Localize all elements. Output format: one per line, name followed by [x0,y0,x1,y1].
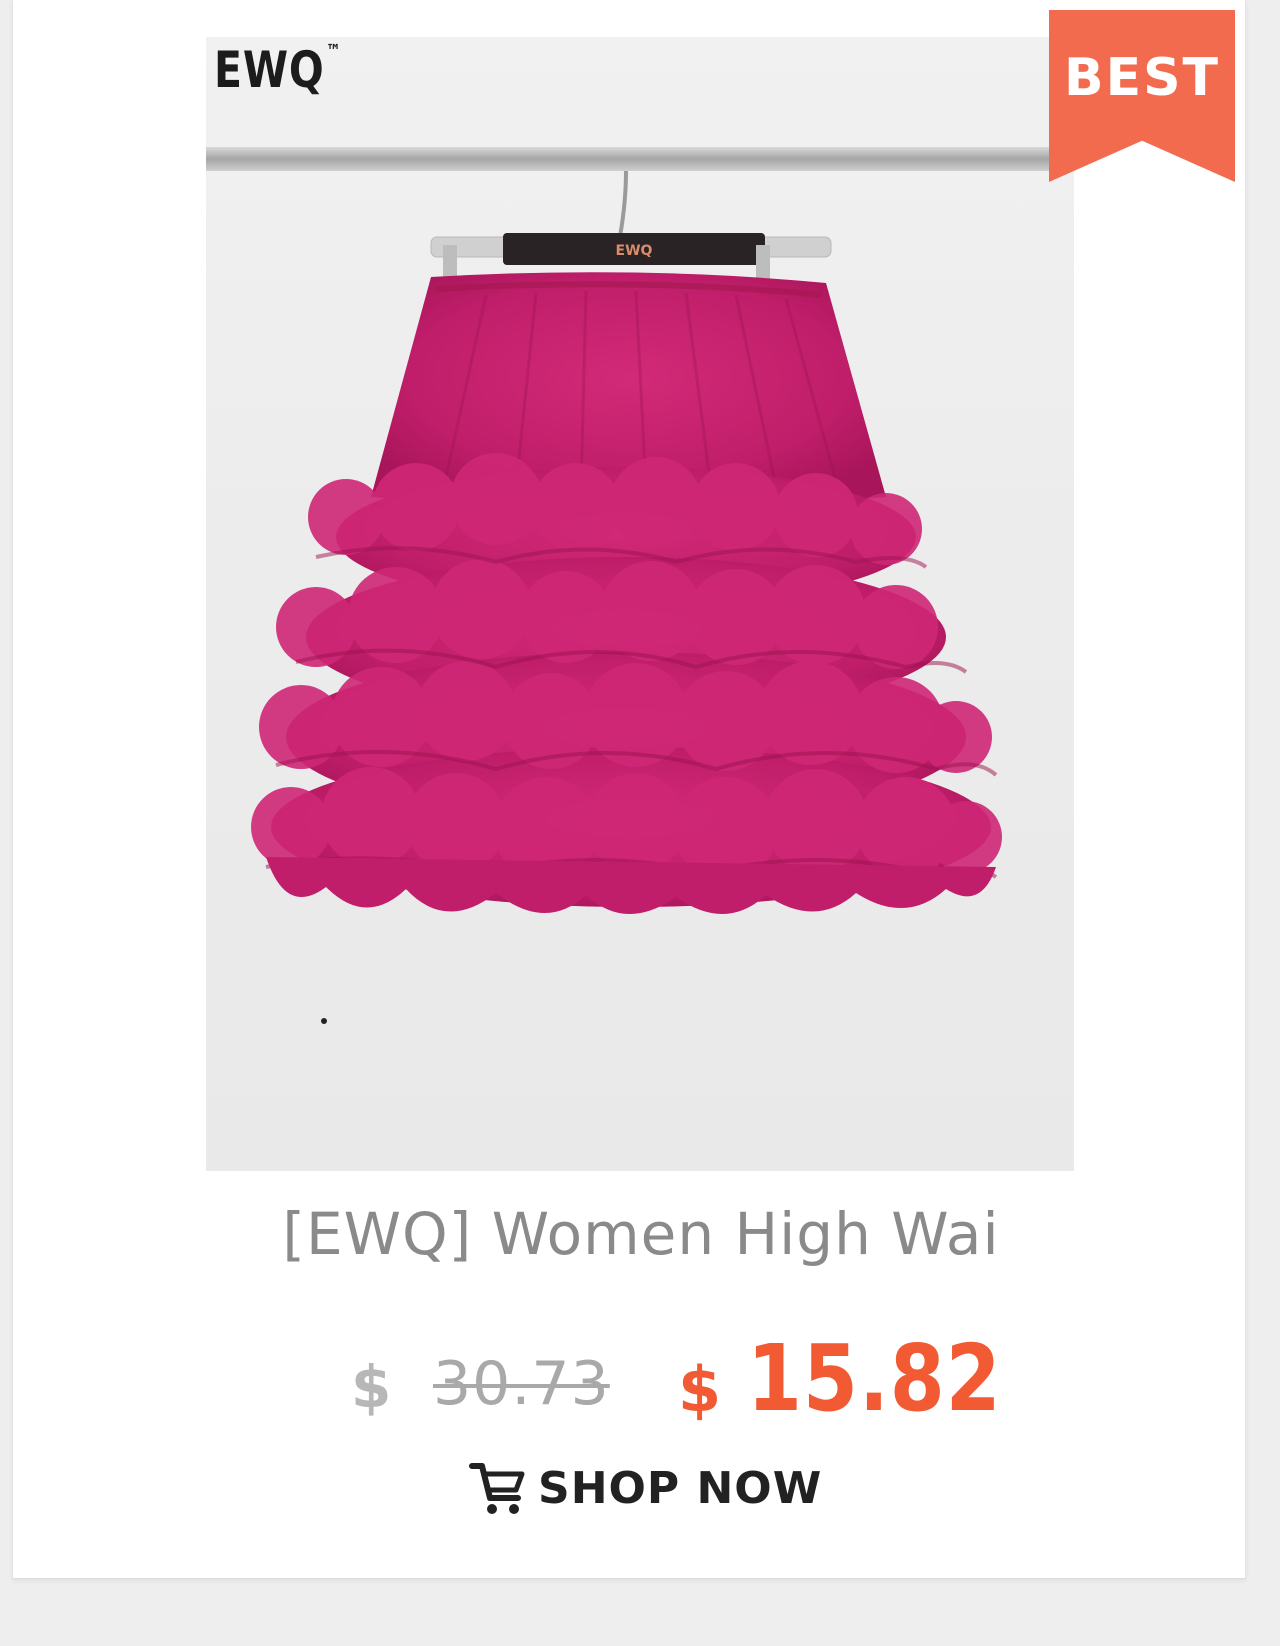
price-row: $ 30.73 $ 15.82 [13,1325,1269,1435]
shop-now-button[interactable]: SHOP NOW [468,1450,822,1526]
shopping-cart-icon [469,1463,525,1514]
best-badge-label: BEST [1063,48,1221,108]
sale-price: 15.82 [747,1325,1002,1432]
hanger-brand-text: EWQ [616,243,653,259]
shop-now-label: SHOP NOW [538,1462,823,1514]
product-card[interactable]: EWQ EWQ™ BEST [EWQ] Women High Wai $ 30.… [12,0,1246,1579]
best-badge: BEST [1049,10,1235,182]
skirt-photo: EWQ [206,147,1074,1024]
original-price: 30.73 [433,1349,610,1419]
brand-logo: EWQ™ [214,41,342,99]
sale-price-currency: $ [678,1353,722,1426]
original-price-currency: $ [351,1353,392,1421]
product-image[interactable]: EWQ EWQ™ [206,37,1074,1171]
product-title[interactable]: [EWQ] Women High Wai [13,1200,1269,1268]
